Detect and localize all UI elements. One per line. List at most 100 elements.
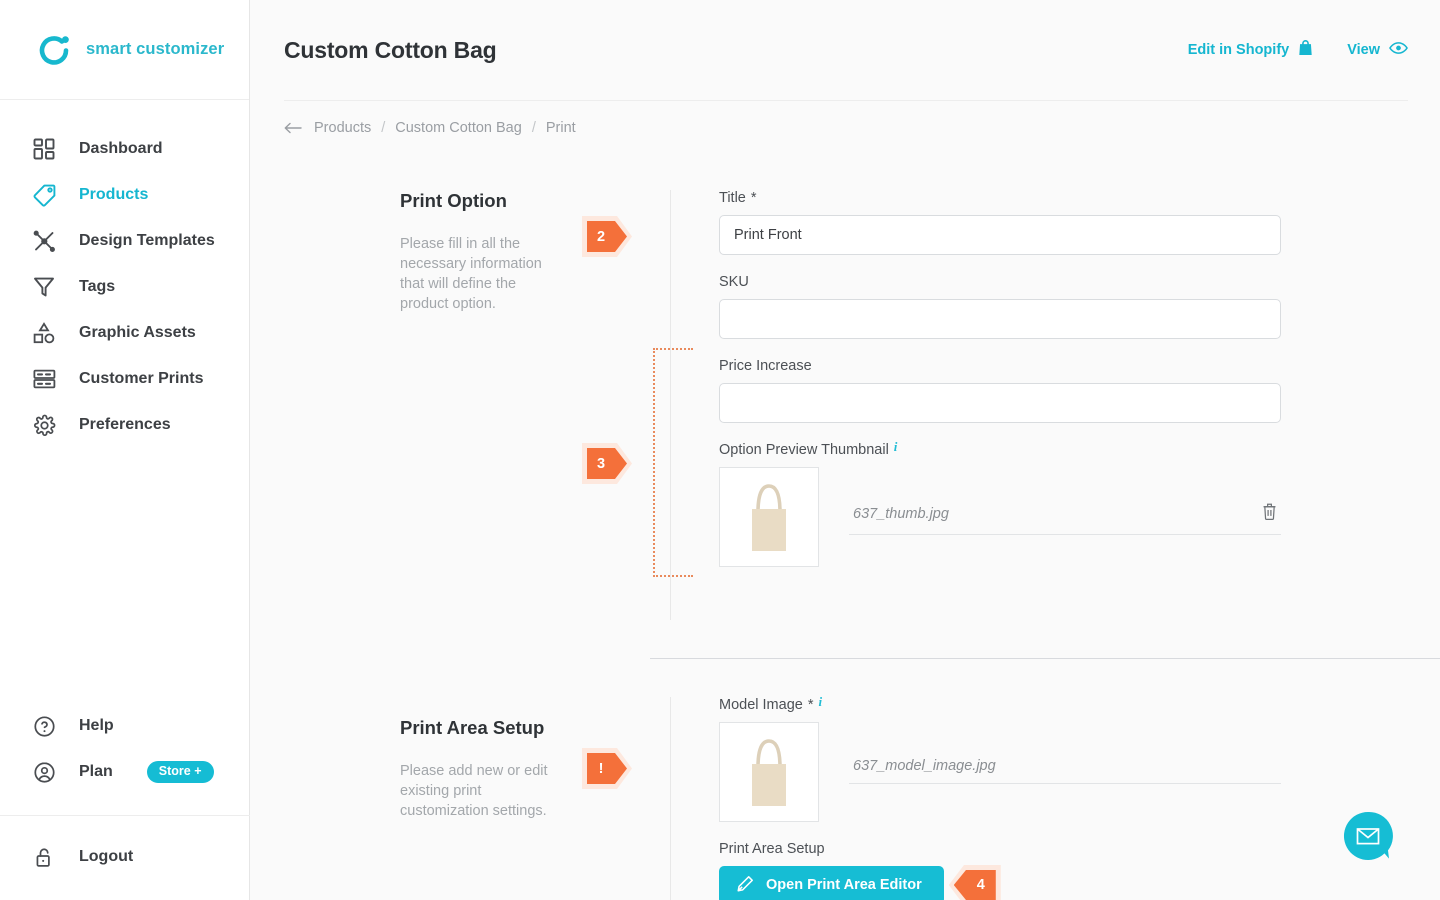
unlock-icon bbox=[31, 844, 57, 870]
sidebar-item-help[interactable]: Help bbox=[0, 703, 250, 749]
field-print-area-setup: Print Area Setup Open Print Area Editor … bbox=[719, 841, 1440, 900]
grid-dashboard-icon bbox=[31, 136, 57, 162]
envelope-chat-icon bbox=[1343, 811, 1393, 860]
sidebar-item-customer-prints[interactable]: Customer Prints bbox=[0, 356, 249, 402]
field-label: SKU bbox=[719, 274, 1440, 290]
sidebar-item-label: Graphic Assets bbox=[79, 324, 196, 341]
sidebar-item-design-templates[interactable]: Design Templates bbox=[0, 218, 249, 264]
app-root: smart customizer Dashboard Products Desi… bbox=[0, 0, 1440, 900]
arrow-left-icon[interactable] bbox=[284, 121, 302, 135]
breadcrumb-separator: / bbox=[381, 119, 386, 136]
field-label: Option Preview Thumbnail i bbox=[719, 440, 1440, 458]
print-cards-icon bbox=[31, 366, 57, 392]
open-print-area-editor-button[interactable]: Open Print Area Editor bbox=[719, 866, 944, 900]
info-icon[interactable]: i bbox=[894, 440, 898, 453]
plan-store-badge[interactable]: Store + bbox=[146, 761, 214, 783]
sidebar-logout-group: Logout bbox=[0, 816, 250, 900]
section-print-option-body: 2 3 Title * Print Front SKU Price Increa… bbox=[582, 190, 1440, 620]
shapes-icon bbox=[31, 320, 57, 346]
price-increase-input[interactable] bbox=[719, 383, 1281, 423]
field-label: Model Image * i bbox=[719, 695, 1440, 713]
main-content: Custom Cotton Bag Edit in Shopify View P… bbox=[250, 0, 1440, 900]
price-increase-label-text: Price Increase bbox=[719, 358, 812, 374]
required-marker: * bbox=[807, 697, 814, 713]
open-print-area-editor-label: Open Print Area Editor bbox=[766, 877, 922, 893]
sidebar-item-label: Dashboard bbox=[79, 140, 163, 157]
chat-widget-button[interactable] bbox=[1342, 810, 1394, 862]
model-image-file-name: 637_model_image.jpg bbox=[853, 758, 996, 774]
sidebar-item-label: Preferences bbox=[79, 416, 171, 433]
user-circle-icon bbox=[31, 759, 57, 785]
section-title: Print Option bbox=[400, 190, 507, 211]
field-label: Print Area Setup bbox=[719, 841, 1440, 857]
circle-dot-logo-icon bbox=[36, 32, 72, 68]
required-marker: * bbox=[750, 190, 757, 206]
shopping-bag-icon bbox=[1298, 40, 1313, 60]
thumbnail-label-text: Option Preview Thumbnail bbox=[719, 442, 889, 458]
info-icon[interactable]: i bbox=[818, 695, 822, 708]
section-title: Print Area Setup bbox=[400, 717, 545, 738]
print-area-label-text: Print Area Setup bbox=[719, 841, 825, 857]
sidebar-item-dashboard[interactable]: Dashboard bbox=[0, 126, 249, 172]
breadcrumb-item-product[interactable]: Custom Cotton Bag bbox=[395, 120, 522, 136]
title-input[interactable] bbox=[719, 215, 1281, 255]
form-content: Print Option Please fill in all the nece… bbox=[250, 154, 1440, 900]
tote-bag-thumbnail-image bbox=[737, 478, 801, 556]
breadcrumb-separator: / bbox=[531, 119, 536, 136]
top-bar: Custom Cotton Bag Edit in Shopify View bbox=[250, 0, 1440, 100]
sidebar-item-products[interactable]: Products bbox=[0, 172, 249, 218]
brand-header[interactable]: smart customizer bbox=[0, 0, 249, 100]
print-area-button-row: Open Print Area Editor 4 bbox=[719, 864, 1440, 900]
field-price-increase: Price Increase bbox=[719, 358, 1440, 423]
sidebar: smart customizer Dashboard Products Desi… bbox=[0, 0, 250, 900]
field-sku: SKU bbox=[719, 274, 1440, 339]
sidebar-item-preferences[interactable]: Preferences bbox=[0, 402, 249, 448]
step-badge-warning: ! bbox=[582, 748, 632, 789]
step-badge-2: 2 bbox=[582, 216, 632, 257]
view-link[interactable]: View bbox=[1347, 41, 1408, 59]
sidebar-nav: Dashboard Products Design Templates Tags… bbox=[0, 100, 249, 448]
sidebar-item-plan[interactable]: Plan Store + bbox=[0, 749, 250, 795]
thumbnail-file-field: 637_thumb.jpg bbox=[849, 503, 1281, 535]
section-description: Please add new or edit existing print cu… bbox=[400, 763, 548, 819]
top-actions: Edit in Shopify View bbox=[1188, 40, 1408, 60]
edit-in-shopify-link[interactable]: Edit in Shopify bbox=[1188, 40, 1314, 60]
pencil-icon bbox=[737, 875, 754, 896]
scissors-design-icon bbox=[31, 228, 57, 254]
sidebar-item-tags[interactable]: Tags bbox=[0, 264, 249, 310]
section-print-option: Print Option Please fill in all the nece… bbox=[250, 154, 1440, 620]
thumbnail-preview[interactable] bbox=[719, 467, 819, 567]
breadcrumb-item-products[interactable]: Products bbox=[314, 120, 371, 136]
tote-bag-model-image bbox=[737, 733, 801, 811]
trash-icon[interactable] bbox=[1262, 503, 1277, 525]
section-print-area-aside: Print Area Setup Please add new or edit … bbox=[400, 697, 670, 900]
title-label-text: Title bbox=[719, 190, 746, 206]
sidebar-item-label: Help bbox=[79, 717, 114, 734]
sku-input[interactable] bbox=[719, 299, 1281, 339]
section-print-area-body: ! Model Image * i 637_model_image.jpg Pr… bbox=[582, 695, 1440, 900]
model-image-label-text: Model Image bbox=[719, 697, 803, 713]
view-label: View bbox=[1347, 42, 1380, 58]
thumbnail-file-name: 637_thumb.jpg bbox=[853, 506, 949, 522]
sidebar-item-graphic-assets[interactable]: Graphic Assets bbox=[0, 310, 249, 356]
sidebar-item-label: Tags bbox=[79, 278, 116, 295]
sidebar-item-label: Design Templates bbox=[79, 232, 215, 249]
model-image-preview[interactable] bbox=[719, 722, 819, 822]
model-image-file-row: 637_model_image.jpg bbox=[719, 722, 1440, 822]
field-label: Price Increase bbox=[719, 358, 1440, 374]
funnel-icon bbox=[31, 274, 57, 300]
breadcrumb-bar: Products / Custom Cotton Bag / Print bbox=[284, 100, 1408, 154]
step-badge-3: 3 bbox=[582, 443, 632, 484]
question-circle-icon bbox=[31, 713, 57, 739]
sidebar-item-logout[interactable]: Logout bbox=[0, 834, 250, 880]
gear-icon bbox=[31, 412, 57, 438]
sidebar-item-label: Products bbox=[79, 186, 149, 203]
page-title: Custom Cotton Bag bbox=[284, 36, 497, 63]
field-option-preview-thumbnail: Option Preview Thumbnail i 637_thumb.jpg bbox=[719, 440, 1440, 567]
edit-in-shopify-label: Edit in Shopify bbox=[1187, 42, 1290, 58]
sidebar-utility-group: Help Plan Store + bbox=[0, 703, 250, 809]
tag-icon bbox=[31, 182, 57, 208]
field-label: Title * bbox=[719, 190, 1440, 206]
eye-icon bbox=[1389, 41, 1408, 59]
sku-label-text: SKU bbox=[719, 274, 749, 290]
